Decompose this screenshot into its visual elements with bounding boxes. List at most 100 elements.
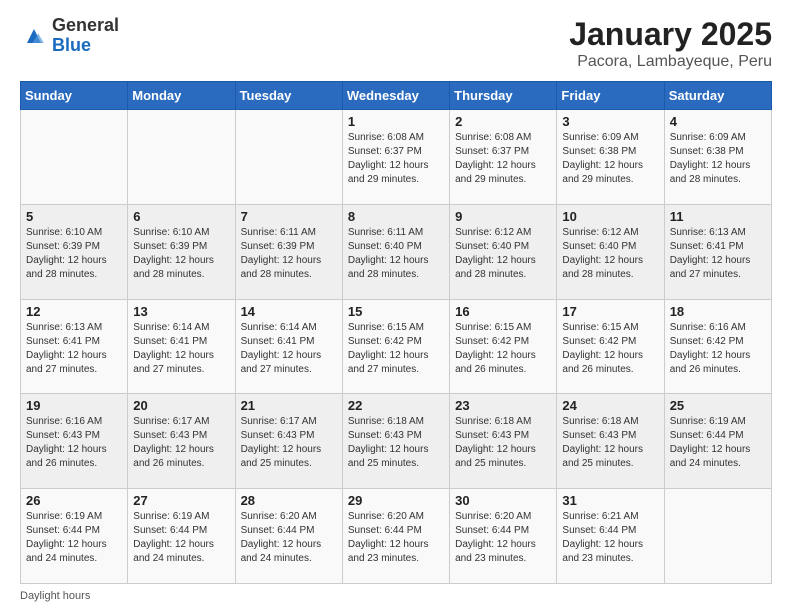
- col-tuesday: Tuesday: [235, 82, 342, 110]
- day-number: 13: [133, 304, 229, 319]
- table-row: 29 Sunrise: 6:20 AM Sunset: 6:44 PM Dayli…: [342, 489, 449, 584]
- table-row: [664, 489, 771, 584]
- col-sunday: Sunday: [21, 82, 128, 110]
- day-number: 1: [348, 114, 444, 129]
- calendar-table: Sunday Monday Tuesday Wednesday Thursday…: [20, 81, 772, 584]
- table-row: 17 Sunrise: 6:15 AM Sunset: 6:42 PM Dayli…: [557, 299, 664, 394]
- day-info: Sunrise: 6:18 AM Sunset: 6:43 PM Dayligh…: [348, 415, 444, 471]
- day-info: Sunrise: 6:09 AM Sunset: 6:38 PM Dayligh…: [562, 131, 658, 187]
- table-row: 12 Sunrise: 6:13 AM Sunset: 6:41 PM Dayli…: [21, 299, 128, 394]
- table-row: 10Sunrise: 6:12 AM Sunset: 6:40 PM Dayli…: [557, 204, 664, 299]
- day-number: 14: [241, 304, 337, 319]
- table-row: 31Sunrise: 6:21 AM Sunset: 6:44 PM Dayli…: [557, 489, 664, 584]
- day-info: Sunrise: 6:11 AM Sunset: 6:40 PM Dayligh…: [348, 226, 444, 282]
- title-block: January 2025 Pacora, Lambayeque, Peru: [569, 16, 772, 71]
- day-info: Sunrise: 6:12 AM Sunset: 6:40 PM Dayligh…: [455, 226, 551, 282]
- day-number: 9: [455, 209, 551, 224]
- day-info: Sunrise: 6:17 AM Sunset: 6:43 PM Dayligh…: [241, 415, 337, 471]
- table-row: 13Sunrise: 6:14 AM Sunset: 6:41 PM Dayli…: [128, 299, 235, 394]
- table-row: 6Sunrise: 6:10 AM Sunset: 6:39 PM Daylig…: [128, 204, 235, 299]
- day-info: Sunrise: 6:19 AM Sunset: 6:44 PM Dayligh…: [670, 415, 766, 471]
- day-info: Sunrise: 6:19 AM Sunset: 6:44 PM Dayligh…: [133, 510, 229, 566]
- table-row: 20Sunrise: 6:17 AM Sunset: 6:43 PM Dayli…: [128, 394, 235, 489]
- logo-blue: Blue: [52, 36, 119, 56]
- table-row: 30Sunrise: 6:20 AM Sunset: 6:44 PM Dayli…: [450, 489, 557, 584]
- day-number: 29: [348, 493, 444, 508]
- table-row: [235, 110, 342, 205]
- calendar-week-5: 26 Sunrise: 6:19 AM Sunset: 6:44 PM Dayli…: [21, 489, 772, 584]
- table-row: 1 Sunrise: 6:08 AM Sunset: 6:37 PM Daylig…: [342, 110, 449, 205]
- day-info: Sunrise: 6:08 AM Sunset: 6:37 PM Dayligh…: [455, 131, 551, 187]
- day-info: Sunrise: 6:08 AM Sunset: 6:37 PM Dayligh…: [348, 131, 444, 187]
- calendar-body: 1 Sunrise: 6:08 AM Sunset: 6:37 PM Daylig…: [21, 110, 772, 584]
- calendar-week-1: 1 Sunrise: 6:08 AM Sunset: 6:37 PM Daylig…: [21, 110, 772, 205]
- day-number: 2: [455, 114, 551, 129]
- col-saturday: Saturday: [664, 82, 771, 110]
- table-row: 19 Sunrise: 6:16 AM Sunset: 6:43 PM Dayli…: [21, 394, 128, 489]
- col-monday: Monday: [128, 82, 235, 110]
- table-row: 7 Sunrise: 6:11 AM Sunset: 6:39 PM Daylig…: [235, 204, 342, 299]
- footer-note: Daylight hours: [20, 590, 772, 602]
- day-info: Sunrise: 6:11 AM Sunset: 6:39 PM Dayligh…: [241, 226, 337, 282]
- day-info: Sunrise: 6:15 AM Sunset: 6:42 PM Dayligh…: [348, 321, 444, 377]
- logo: General Blue: [20, 16, 119, 56]
- table-row: 3 Sunrise: 6:09 AM Sunset: 6:38 PM Daylig…: [557, 110, 664, 205]
- table-row: [128, 110, 235, 205]
- header: General Blue January 2025 Pacora, Lambay…: [20, 16, 772, 71]
- page: General Blue January 2025 Pacora, Lambay…: [0, 0, 792, 612]
- table-row: 5Sunrise: 6:10 AM Sunset: 6:39 PM Daylig…: [21, 204, 128, 299]
- table-row: 22Sunrise: 6:18 AM Sunset: 6:43 PM Dayli…: [342, 394, 449, 489]
- table-row: 27 Sunrise: 6:19 AM Sunset: 6:44 PM Dayli…: [128, 489, 235, 584]
- table-row: 28Sunrise: 6:20 AM Sunset: 6:44 PM Dayli…: [235, 489, 342, 584]
- day-info: Sunrise: 6:10 AM Sunset: 6:39 PM Dayligh…: [26, 226, 122, 282]
- day-number: 30: [455, 493, 551, 508]
- day-number: 27: [133, 493, 229, 508]
- table-row: 9 Sunrise: 6:12 AM Sunset: 6:40 PM Daylig…: [450, 204, 557, 299]
- day-info: Sunrise: 6:15 AM Sunset: 6:42 PM Dayligh…: [562, 321, 658, 377]
- table-row: 14Sunrise: 6:14 AM Sunset: 6:41 PM Dayli…: [235, 299, 342, 394]
- day-number: 25: [670, 398, 766, 413]
- calendar-header: Sunday Monday Tuesday Wednesday Thursday…: [21, 82, 772, 110]
- col-friday: Friday: [557, 82, 664, 110]
- calendar-subtitle: Pacora, Lambayeque, Peru: [569, 53, 772, 71]
- day-number: 26: [26, 493, 122, 508]
- header-row: Sunday Monday Tuesday Wednesday Thursday…: [21, 82, 772, 110]
- day-number: 3: [562, 114, 658, 129]
- day-number: 6: [133, 209, 229, 224]
- day-number: 11: [670, 209, 766, 224]
- logo-general: General: [52, 16, 119, 36]
- table-row: 8Sunrise: 6:11 AM Sunset: 6:40 PM Daylig…: [342, 204, 449, 299]
- day-number: 21: [241, 398, 337, 413]
- col-thursday: Thursday: [450, 82, 557, 110]
- logo-text: General Blue: [52, 16, 119, 56]
- day-number: 4: [670, 114, 766, 129]
- day-info: Sunrise: 6:13 AM Sunset: 6:41 PM Dayligh…: [26, 321, 122, 377]
- table-row: 26Sunrise: 6:19 AM Sunset: 6:44 PM Dayli…: [21, 489, 128, 584]
- day-info: Sunrise: 6:12 AM Sunset: 6:40 PM Dayligh…: [562, 226, 658, 282]
- day-info: Sunrise: 6:21 AM Sunset: 6:44 PM Dayligh…: [562, 510, 658, 566]
- day-info: Sunrise: 6:13 AM Sunset: 6:41 PM Dayligh…: [670, 226, 766, 282]
- logo-icon: [20, 22, 48, 50]
- col-wednesday: Wednesday: [342, 82, 449, 110]
- table-row: 23Sunrise: 6:18 AM Sunset: 6:43 PM Dayli…: [450, 394, 557, 489]
- table-row: 21 Sunrise: 6:17 AM Sunset: 6:43 PM Dayli…: [235, 394, 342, 489]
- table-row: 16 Sunrise: 6:15 AM Sunset: 6:42 PM Dayli…: [450, 299, 557, 394]
- day-info: Sunrise: 6:16 AM Sunset: 6:42 PM Dayligh…: [670, 321, 766, 377]
- calendar-week-3: 12 Sunrise: 6:13 AM Sunset: 6:41 PM Dayli…: [21, 299, 772, 394]
- table-row: 11 Sunrise: 6:13 AM Sunset: 6:41 PM Dayli…: [664, 204, 771, 299]
- table-row: [21, 110, 128, 205]
- table-row: 4Sunrise: 6:09 AM Sunset: 6:38 PM Daylig…: [664, 110, 771, 205]
- day-number: 20: [133, 398, 229, 413]
- day-number: 19: [26, 398, 122, 413]
- calendar-title: January 2025: [569, 16, 772, 53]
- day-info: Sunrise: 6:16 AM Sunset: 6:43 PM Dayligh…: [26, 415, 122, 471]
- day-number: 17: [562, 304, 658, 319]
- day-info: Sunrise: 6:20 AM Sunset: 6:44 PM Dayligh…: [241, 510, 337, 566]
- day-number: 7: [241, 209, 337, 224]
- day-number: 16: [455, 304, 551, 319]
- day-info: Sunrise: 6:15 AM Sunset: 6:42 PM Dayligh…: [455, 321, 551, 377]
- table-row: 18Sunrise: 6:16 AM Sunset: 6:42 PM Dayli…: [664, 299, 771, 394]
- day-info: Sunrise: 6:18 AM Sunset: 6:43 PM Dayligh…: [562, 415, 658, 471]
- day-number: 12: [26, 304, 122, 319]
- day-info: Sunrise: 6:20 AM Sunset: 6:44 PM Dayligh…: [348, 510, 444, 566]
